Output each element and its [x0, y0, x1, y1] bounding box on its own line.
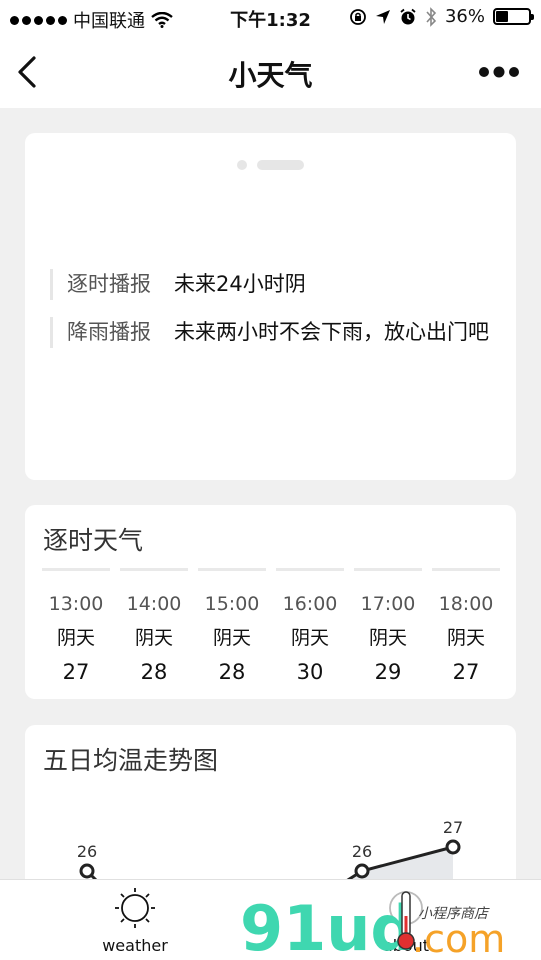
alarm-icon: [400, 8, 416, 24]
hour-temp: 28: [218, 660, 246, 684]
report-card: [25, 133, 516, 480]
hour-time: 14:00: [126, 593, 182, 615]
hour-item: 16:00 阴天 30: [276, 568, 344, 689]
report-text: 未来24小时阴: [174, 272, 306, 296]
status-bar: 中国联通 下午1:32 36%: [0, 0, 541, 36]
svg-text:小程序商店: 小程序商店: [418, 906, 490, 922]
tab-label: weather: [102, 936, 168, 955]
status-right: 36%: [349, 6, 534, 27]
lock-rotation-icon: [350, 8, 366, 25]
trend-point: [354, 863, 370, 879]
page-title: 小天气: [228, 59, 313, 92]
hour-item: 18:00 阴天 27: [432, 568, 500, 689]
hour-item: 17:00 阴天 29: [354, 568, 422, 689]
hour-temp: 30: [296, 660, 324, 684]
watermark-logo: 91ud .com 小程序商店: [240, 891, 505, 958]
report-label: 逐时播报: [67, 272, 151, 296]
hourly-title: 逐时天气: [43, 526, 144, 555]
hour-temp: 28: [140, 660, 168, 684]
svg-text:.com: .com: [412, 917, 505, 958]
hour-time: 18:00: [438, 593, 494, 615]
report-text: 未来两小时不会下雨，放心出门吧: [174, 320, 489, 344]
battery-icon: [493, 8, 534, 25]
sun-icon: [115, 888, 155, 928]
bluetooth-icon: [426, 6, 437, 27]
battery-percent: 36%: [444, 6, 485, 27]
report-hourly: 逐时播报 未来24小时阴: [50, 269, 500, 300]
hour-time: 13:00: [48, 593, 104, 615]
hour-weather: 阴天: [290, 627, 329, 649]
svg-text:91ud: 91ud: [240, 892, 415, 958]
tab-weather[interactable]: weather: [70, 886, 200, 955]
hourly-card: 逐时天气 13:00 阴天 27 14:00 阴天 28 15:00 阴天 28…: [25, 505, 516, 699]
trend-point-label: 27: [443, 818, 463, 837]
hour-temp: 27: [62, 660, 90, 684]
trend-point-label: 26: [352, 842, 372, 861]
hour-time: 15:00: [204, 593, 260, 615]
trend-point-label: 26: [77, 842, 97, 861]
hour-time: 17:00: [360, 593, 416, 615]
hour-weather: 阴天: [134, 627, 173, 649]
trend-point: [445, 839, 461, 855]
hour-weather: 阴天: [212, 627, 251, 649]
trend-chart: 26 26 27: [77, 818, 463, 885]
hour-item: 13:00 阴天 27: [42, 568, 110, 689]
hour-time: 16:00: [282, 593, 338, 615]
swiper-indicator[interactable]: [237, 160, 304, 170]
report-label: 降雨播报: [67, 320, 151, 344]
swiper-dot-active[interactable]: [257, 160, 304, 170]
hour-item: 14:00 阴天 28: [120, 568, 188, 689]
trend-point: [79, 863, 95, 879]
hour-weather: 阴天: [56, 627, 95, 649]
hour-weather: 阴天: [446, 627, 485, 649]
hour-weather: 阴天: [368, 627, 407, 649]
hour-temp: 29: [374, 660, 402, 684]
location-arrow-icon: [375, 9, 390, 24]
swiper-dot[interactable]: [237, 160, 247, 170]
more-dots-icon[interactable]: [479, 62, 519, 82]
hourly-list: 13:00 阴天 27 14:00 阴天 28 15:00 阴天 28 16:0…: [42, 568, 500, 689]
hour-item: 15:00 阴天 28: [198, 568, 266, 689]
hour-temp: 27: [452, 660, 480, 684]
report-rain: 降雨播报 未来两小时不会下雨，放心出门吧: [50, 317, 500, 348]
nav-bar: 小天气: [0, 36, 541, 108]
